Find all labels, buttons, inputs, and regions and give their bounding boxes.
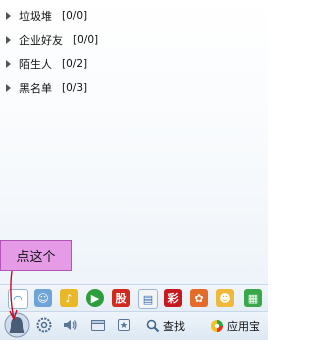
app-store-icon [211,320,223,332]
group-count: [0/3] [62,82,88,94]
pet-icon[interactable]: ✿ [190,289,208,307]
buddy-list-panel: 垃圾堆 [0/0] 企业好友 [0/0] 陌生人 [0/2] 黑名单 [0/3]… [0,0,268,340]
expand-arrow-icon[interactable] [6,12,11,20]
group-row-strangers[interactable]: 陌生人 [0/2] [6,54,87,74]
stock-icon[interactable]: 股 [112,289,130,307]
group-name: 黑名单 [19,82,52,95]
group-row-trash[interactable]: 垃圾堆 [0/0] [6,6,87,26]
group-count: [0/0] [73,34,99,46]
music-icon[interactable]: ♪ [60,289,78,307]
app-store-label: 应用宝 [227,320,260,333]
search-icon [146,319,160,333]
group-name: 陌生人 [19,58,52,71]
main-menu-button[interactable] [4,312,30,338]
search-label: 查找 [163,320,185,333]
friends-icon[interactable]: ☺ [34,289,52,307]
qzone-icon[interactable]: ◠ [8,289,28,309]
group-count: [0/0] [62,10,88,22]
group-row-blacklist[interactable]: 黑名单 [0/3] [6,78,87,98]
settings-gear-icon[interactable] [36,317,52,333]
app-toolbar: ◠ ☺ ♪ ▶ 股 ▤ 彩 ✿ ☻ ▦ [0,284,268,311]
video-icon[interactable]: ▶ [86,289,104,307]
expand-arrow-icon[interactable] [6,60,11,68]
group-count: [0/2] [62,58,88,70]
app-store-button[interactable]: 应用宝 [210,318,260,334]
expand-arrow-icon[interactable] [6,36,11,44]
avatar-game-icon[interactable]: ☻ [216,289,234,307]
file-folder-icon[interactable] [90,317,106,333]
news-icon[interactable]: ▤ [138,289,158,309]
group-name: 企业好友 [19,34,63,47]
group-name: 垃圾堆 [19,10,52,23]
app-grid-icon[interactable]: ▦ [244,289,262,307]
game-icon[interactable]: 彩 [164,289,182,307]
expand-arrow-icon[interactable] [6,84,11,92]
search-button[interactable]: 查找 [146,318,185,334]
volume-icon[interactable] [62,317,78,333]
collection-icon[interactable] [116,317,132,333]
annotation-callout: 点这个 [0,240,72,271]
group-row-enterprise[interactable]: 企业好友 [0/0] [6,30,98,50]
